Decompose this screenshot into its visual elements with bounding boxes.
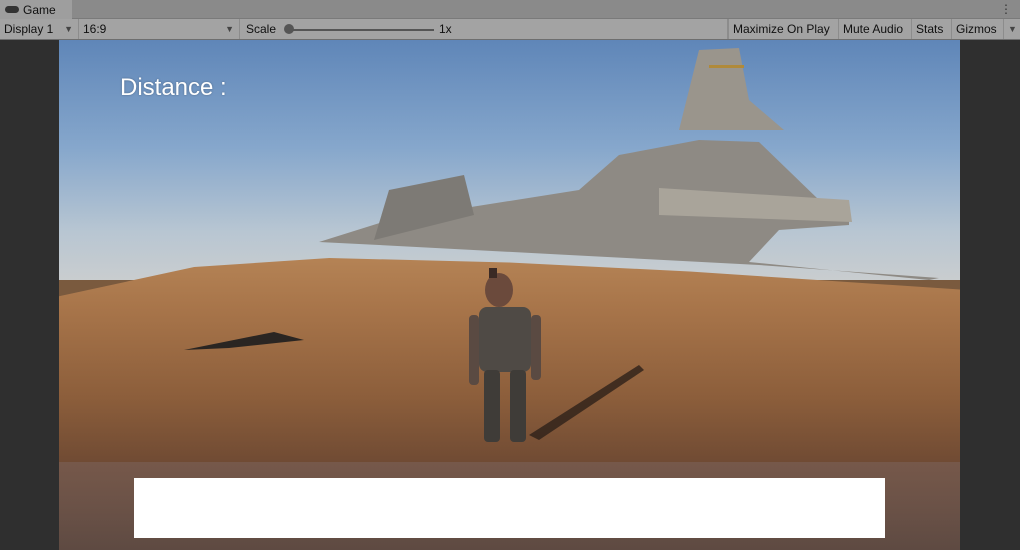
maximize-on-play-toggle[interactable]: Maximize On Play <box>728 19 839 39</box>
scale-label: Scale <box>246 22 277 36</box>
more-options-icon[interactable]: ⋮ <box>1000 2 1012 16</box>
aspect-dropdown[interactable]: 16:9 ▼ <box>79 19 240 39</box>
aspect-label: 16:9 <box>83 22 107 36</box>
stats-label: Stats <box>916 22 944 36</box>
gamepad-icon <box>5 6 19 13</box>
tab-label: Game <box>23 2 56 17</box>
white-ui-panel <box>134 478 885 538</box>
scale-value: 1x <box>439 22 452 36</box>
distance-label: Distance : <box>120 74 227 101</box>
gizmos-label: Gizmos <box>956 22 997 36</box>
chevron-down-icon: ▼ <box>64 24 73 34</box>
mute-audio-toggle[interactable]: Mute Audio <box>839 19 912 39</box>
scale-slider[interactable] <box>288 29 434 31</box>
maximize-label: Maximize On Play <box>733 22 830 36</box>
display-dropdown[interactable]: Display 1 ▼ <box>0 19 79 39</box>
chevron-down-icon: ▼ <box>225 24 234 34</box>
tab-bar: Game ⋮ <box>0 0 1020 19</box>
tab-game[interactable]: Game <box>0 0 72 19</box>
mute-label: Mute Audio <box>843 22 904 36</box>
scale-slider-handle[interactable] <box>284 24 294 34</box>
stats-toggle[interactable]: Stats <box>912 19 952 39</box>
display-label: Display 1 <box>4 22 54 36</box>
game-viewport[interactable]: Distance : <box>59 40 960 550</box>
game-toolbar: Display 1 ▼ 16:9 ▼ Scale 1x Maximize On Pl… <box>0 19 1020 40</box>
chevron-down-icon: ▼ <box>1008 24 1017 34</box>
gizmos-toggle[interactable]: Gizmos <box>952 19 1004 39</box>
gizmos-dropdown[interactable]: ▼ <box>1004 19 1020 39</box>
